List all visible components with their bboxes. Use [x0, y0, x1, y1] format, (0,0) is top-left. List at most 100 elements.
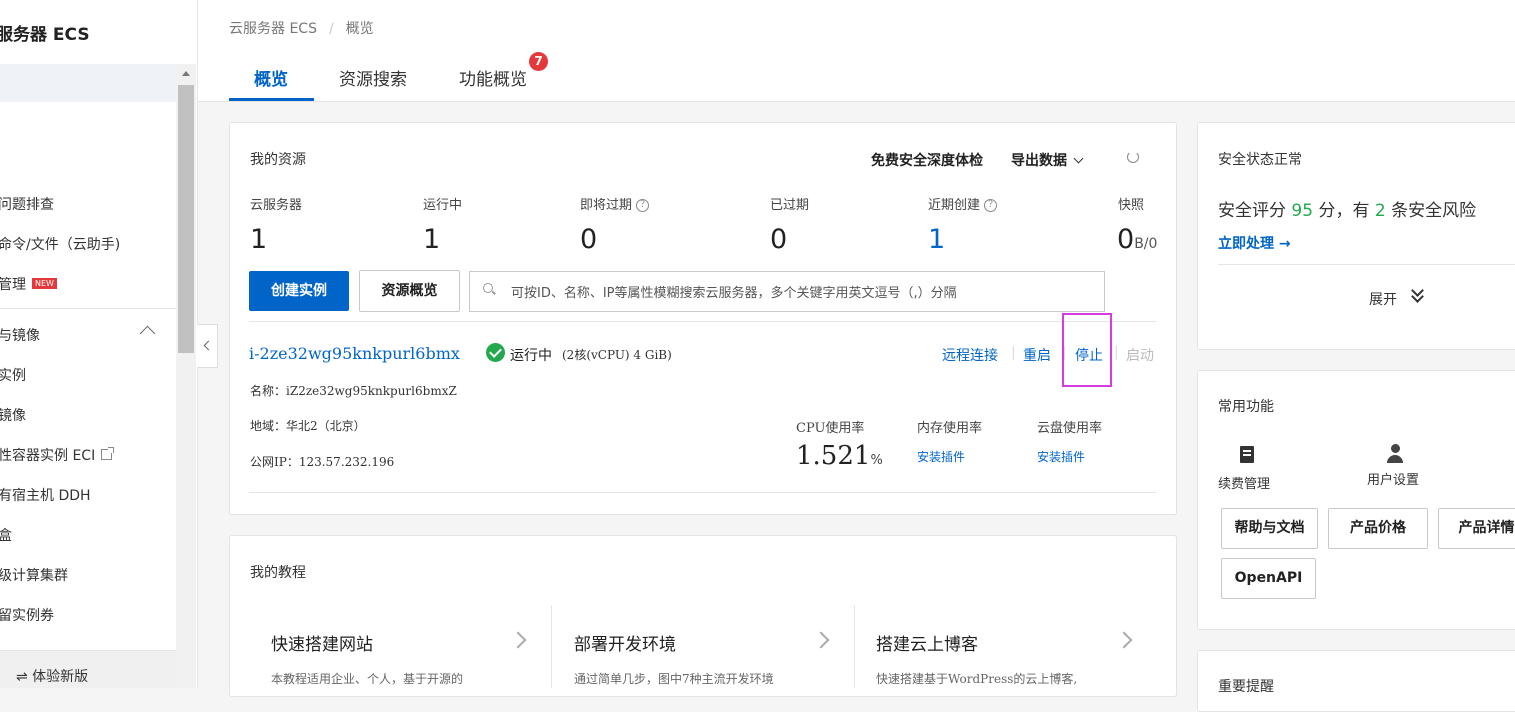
disk-install-plugin-link[interactable]: 安装插件	[1037, 448, 1085, 465]
sidebar-item-images[interactable]: 镜像	[0, 405, 26, 425]
openapi-button[interactable]: OpenAPI	[1221, 558, 1316, 599]
scroll-up-icon[interactable]	[182, 71, 190, 76]
sidebar: 服务器 ECS 问题排查 命令/文件（云助手) 管理 NEW 与镜像 实例 镜像 …	[0, 0, 198, 688]
tutorial-title-dev-env[interactable]: 部署开发环境	[574, 630, 676, 655]
divider	[1218, 264, 1515, 265]
chevron-up-icon[interactable]	[139, 325, 156, 342]
renew-management-icon[interactable]	[1240, 446, 1254, 463]
instance-name: 名称：iZ2ze32wg95knkpurl6bmxZ	[250, 382, 457, 399]
help-docs-button[interactable]: 帮助与文档	[1221, 508, 1318, 549]
product-pricing-button[interactable]: 产品价格	[1328, 508, 1428, 549]
tab-overview[interactable]: 概览	[254, 65, 288, 90]
security-score-value: 95	[1291, 201, 1314, 221]
sidebar-item-overview[interactable]	[0, 64, 176, 102]
stat-value-servers[interactable]: 1	[250, 224, 267, 255]
free-security-check-link[interactable]: 免费安全深度体检	[871, 150, 983, 170]
instance-status: 运行中	[510, 348, 552, 364]
stat-label-running: 运行中	[423, 198, 463, 213]
action-separator: |	[1114, 345, 1119, 361]
help-icon[interactable]: ?	[984, 199, 998, 212]
notification-badge: 7	[529, 52, 548, 71]
user-settings-label[interactable]: 用户设置	[1367, 469, 1419, 488]
sidebar-scrollbar[interactable]	[176, 64, 196, 688]
stat-value-expired[interactable]: 0	[770, 224, 787, 255]
tutorial-desc-website: 本教程适用企业、个人，基于开源的	[271, 672, 464, 686]
important-reminder-title: 重要提醒	[1218, 679, 1274, 695]
security-status-title: 安全状态正常	[1218, 152, 1302, 168]
resource-search-input[interactable]: 可按ID、名称、IP等属性模糊搜索云服务器，多个关键字用英文逗号（,）分隔	[469, 271, 1105, 312]
handle-now-link[interactable]: 立即处理 →	[1218, 233, 1291, 253]
stat-label-servers: 云服务器	[250, 198, 303, 213]
tutorial-title-website[interactable]: 快速搭建网站	[271, 630, 373, 655]
stat-value-expiring[interactable]: 0	[580, 224, 597, 255]
divider	[249, 321, 1156, 322]
memory-usage-label: 内存使用率	[917, 421, 983, 436]
sidebar-divider	[0, 308, 176, 309]
instance-name-label: 名称：	[250, 384, 287, 398]
sidebar-group-instances-images[interactable]: 与镜像	[0, 325, 40, 345]
instance-region-value: 华北2（北京）	[286, 419, 366, 433]
sidebar-item-sandbox[interactable]: 盒	[0, 525, 12, 545]
sidebar-item-scc[interactable]: 级计算集群	[0, 565, 68, 585]
tab-feature-overview[interactable]: 功能概览	[459, 65, 527, 90]
help-icon[interactable]: ?	[636, 199, 650, 212]
my-resources-title: 我的资源	[250, 152, 306, 168]
remote-connect-link[interactable]: 远程连接	[942, 345, 998, 365]
instance-name-value: iZ2ze32wg95knkpurl6bmxZ	[286, 384, 457, 398]
scrollbar-thumb[interactable]	[178, 85, 194, 353]
stat-label-expiring: 即将过期?	[580, 194, 650, 213]
stat-label-text: 即将过期	[580, 198, 633, 213]
double-chevron-down-icon	[1411, 284, 1425, 303]
action-separator: |	[1011, 345, 1016, 361]
sidebar-item-eci[interactable]: 性容器实例 ECI	[0, 445, 115, 465]
tab-resource-search[interactable]: 资源搜索	[339, 65, 407, 90]
sidebar-item-reserved[interactable]: 留实例券	[0, 605, 54, 625]
start-link[interactable]: 启动	[1126, 345, 1154, 365]
stat-value-recent[interactable]: 1	[928, 224, 945, 255]
export-data-dropdown[interactable]: 导出数据	[1011, 150, 1084, 170]
stat-label-recent: 近期创建?	[928, 194, 998, 213]
breadcrumb: 云服务器 ECS / 概览	[229, 18, 374, 38]
memory-install-plugin-link[interactable]: 安装插件	[917, 448, 965, 465]
security-score: 安全评分 95 分，有 2 条安全风险	[1218, 196, 1476, 221]
breadcrumb-root[interactable]: 云服务器 ECS	[229, 21, 317, 37]
sidebar-item-instances[interactable]: 实例	[0, 365, 26, 385]
expand-button[interactable]: 展开	[1369, 284, 1425, 309]
stat-label-text: 近期创建	[928, 198, 981, 213]
restart-link[interactable]: 重启	[1023, 345, 1051, 365]
user-settings-icon[interactable]	[1391, 444, 1400, 453]
instance-spec: (2核(vCPU) 4 GiB)	[562, 348, 672, 362]
collapse-sidebar-button[interactable]	[197, 324, 218, 368]
stat-label-expired: 已过期	[770, 198, 810, 213]
try-new-version-label[interactable]: ⇌ 体验新版	[16, 666, 88, 686]
instance-id-link[interactable]: i-2ze32wg95knkpurl6bmx	[249, 344, 460, 363]
tutorial-desc-dev-env: 通过简单几步，图中7种主流开发环境	[574, 672, 774, 686]
create-instance-button[interactable]: 创建实例	[249, 271, 349, 311]
stat-value-snapshots[interactable]: 0B/0	[1117, 224, 1157, 255]
instance-region: 地域：华北2（北京）	[250, 417, 366, 434]
breadcrumb-separator: /	[328, 21, 334, 37]
sidebar-item-troubleshoot[interactable]: 问题排查	[0, 194, 54, 214]
cpu-usage-number: 1.521	[796, 441, 871, 471]
sidebar-item-cloud-assistant[interactable]: 命令/文件（云助手)	[0, 234, 120, 254]
highlight-box	[1062, 313, 1112, 387]
common-features-title: 常用功能	[1218, 399, 1274, 415]
sidebar-title: 服务器 ECS	[0, 25, 90, 45]
export-data-label: 导出数据	[1011, 153, 1067, 169]
renew-management-label[interactable]: 续费管理	[1218, 473, 1270, 492]
cpu-usage-value: 1.521%	[796, 441, 883, 471]
divider	[551, 605, 552, 688]
tutorial-title-blog[interactable]: 搭建云上博客	[876, 630, 978, 655]
refresh-icon[interactable]	[1127, 151, 1139, 163]
sidebar-item-management[interactable]: 管理 NEW	[0, 274, 57, 294]
resource-overview-button[interactable]: 资源概览	[359, 270, 460, 312]
instance-region-label: 地域：	[250, 419, 287, 433]
breadcrumb-current: 概览	[345, 21, 374, 37]
sidebar-item-ddh[interactable]: 有宿主机 DDH	[0, 485, 91, 505]
new-badge: NEW	[32, 277, 57, 289]
active-tab-indicator	[229, 98, 314, 101]
tutorial-desc-blog: 快速搭建基于WordPress的云上博客,	[876, 672, 1078, 686]
security-score-mid: 分，有	[1318, 201, 1370, 221]
product-details-button[interactable]: 产品详情	[1438, 508, 1515, 549]
stat-value-running[interactable]: 1	[423, 224, 440, 255]
